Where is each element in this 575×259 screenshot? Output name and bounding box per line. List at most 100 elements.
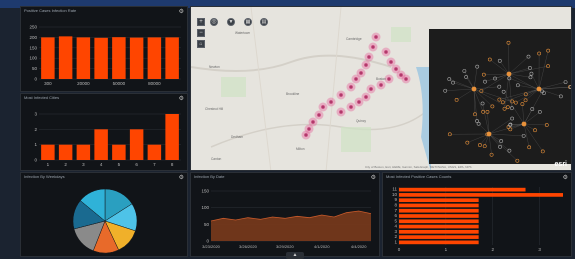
bar — [147, 37, 162, 79]
network-edge — [488, 133, 524, 136]
layers-button[interactable]: ◎ — [210, 18, 218, 26]
y-tick-label: 6 — [394, 213, 397, 218]
hex-cell — [370, 44, 376, 50]
x-tick-label: 7 — [153, 162, 156, 167]
network-node — [499, 139, 504, 143]
network-edge — [523, 123, 530, 148]
gear-icon[interactable]: ⚙ — [179, 174, 184, 181]
y-tick-label: 200 — [29, 35, 37, 40]
infected-cities-chart: 3 2 1 0 1 2 3 4 5 6 7 8 — [34, 112, 181, 167]
network-edge — [473, 66, 478, 90]
network-edge — [508, 42, 510, 75]
print-button[interactable]: ▤ — [260, 18, 268, 26]
network-edge — [456, 88, 475, 101]
network-edge — [452, 82, 475, 90]
bar — [94, 129, 108, 160]
y-tick-label: 50 — [204, 222, 210, 227]
network-hub — [506, 71, 512, 77]
bar — [399, 240, 479, 245]
network-edge — [473, 88, 508, 108]
network-graph — [443, 40, 571, 163]
hex-cell — [316, 112, 322, 118]
network-edge — [488, 133, 492, 155]
network-node — [528, 75, 533, 80]
y-tick-label: 10 — [392, 192, 398, 197]
hex-cell — [373, 34, 379, 40]
gear-icon[interactable]: ⚙ — [371, 174, 376, 181]
network-edge — [508, 67, 530, 75]
y-tick-label: 50 — [32, 66, 38, 71]
gear-icon[interactable]: ⚙ — [179, 95, 184, 102]
network-node — [454, 98, 459, 102]
map-panel: Watertown Cambridge Newton Brookline Bos… — [190, 6, 572, 171]
panel-by-date: Infection By Date ⚙ 150 100 50 0 3/23/2020 3/… — [190, 172, 380, 257]
bar — [76, 37, 91, 79]
map-label: Dedham — [231, 135, 244, 139]
y-tick-label: 8 — [394, 203, 397, 208]
bar — [399, 193, 563, 197]
network-edge — [538, 50, 549, 90]
map-label: Milton — [296, 147, 305, 151]
panel-case-counts: Most Infected Positive Cases Counts ⚙ 01… — [382, 172, 572, 257]
y-tick-label: 11 — [392, 187, 397, 192]
hex-cell — [303, 132, 309, 138]
x-tick-label: 3/26/2020 — [239, 244, 258, 249]
hex-cell — [393, 66, 399, 72]
y-tick-label: 5 — [394, 218, 397, 223]
hex-cell — [356, 99, 362, 105]
table-button[interactable]: ▦ — [244, 18, 252, 26]
network-hub — [471, 86, 477, 92]
zoom-in-button[interactable]: + — [197, 18, 205, 26]
network-edge — [487, 123, 525, 135]
hex-cell — [306, 126, 312, 132]
panel-title: Most Infected Positive Cases Counts — [386, 174, 452, 179]
area-fill — [211, 211, 371, 241]
panel-collapse-handle[interactable]: ▲ — [286, 252, 304, 259]
bar — [399, 224, 479, 229]
network-node — [527, 66, 532, 70]
network-edge — [488, 133, 501, 147]
network-node — [465, 140, 470, 145]
map-label: Brookline — [286, 92, 300, 96]
hex-cell — [338, 92, 344, 98]
network-node — [480, 101, 485, 106]
network-edge — [473, 88, 478, 122]
network-edge — [538, 81, 566, 90]
bar — [58, 36, 73, 79]
hex-cell — [383, 49, 389, 55]
x-tick-label: 20000 — [77, 81, 90, 86]
network-edge — [499, 60, 510, 75]
panel-title: Most Infected Cities — [24, 95, 60, 100]
x-tick-label: 50000 — [113, 81, 126, 86]
network-node — [498, 144, 502, 149]
hex-cell — [320, 104, 326, 110]
y-tick-label: 100 — [29, 56, 37, 61]
network-node — [497, 97, 502, 102]
by-date-area-chart: 150 100 50 03/23/2020 3/26/2020 3/29/2020 4/1/… — [201, 189, 372, 249]
panel-weekdays: Infection By Weekdays ⚙ — [20, 172, 188, 257]
network-overlay[interactable] — [429, 29, 571, 164]
bar — [41, 37, 55, 79]
bar — [129, 129, 144, 160]
gear-icon[interactable]: ⚙ — [563, 174, 568, 181]
bar — [165, 37, 179, 79]
y-tick-label: 2 — [394, 234, 397, 239]
x-tick-label: 3 — [538, 247, 541, 252]
network-hub — [521, 121, 527, 127]
home-button[interactable]: ⌂ — [197, 40, 205, 48]
hex-cell — [363, 62, 369, 68]
hex-cell — [366, 54, 372, 60]
y-tick-label: 1 — [34, 142, 37, 147]
hex-cell — [358, 70, 364, 76]
hex-cell — [403, 76, 409, 82]
filter-button[interactable]: ▼ — [227, 18, 235, 26]
bar — [76, 144, 91, 160]
gear-icon[interactable]: ⚙ — [179, 8, 184, 15]
hex-cell — [310, 119, 316, 125]
network-edge — [484, 73, 510, 82]
y-tick-label: 3 — [34, 112, 37, 117]
hex-cell — [328, 99, 334, 105]
hex-cell — [363, 94, 369, 100]
zoom-out-button[interactable]: − — [197, 29, 205, 37]
hex-cell — [348, 104, 354, 110]
